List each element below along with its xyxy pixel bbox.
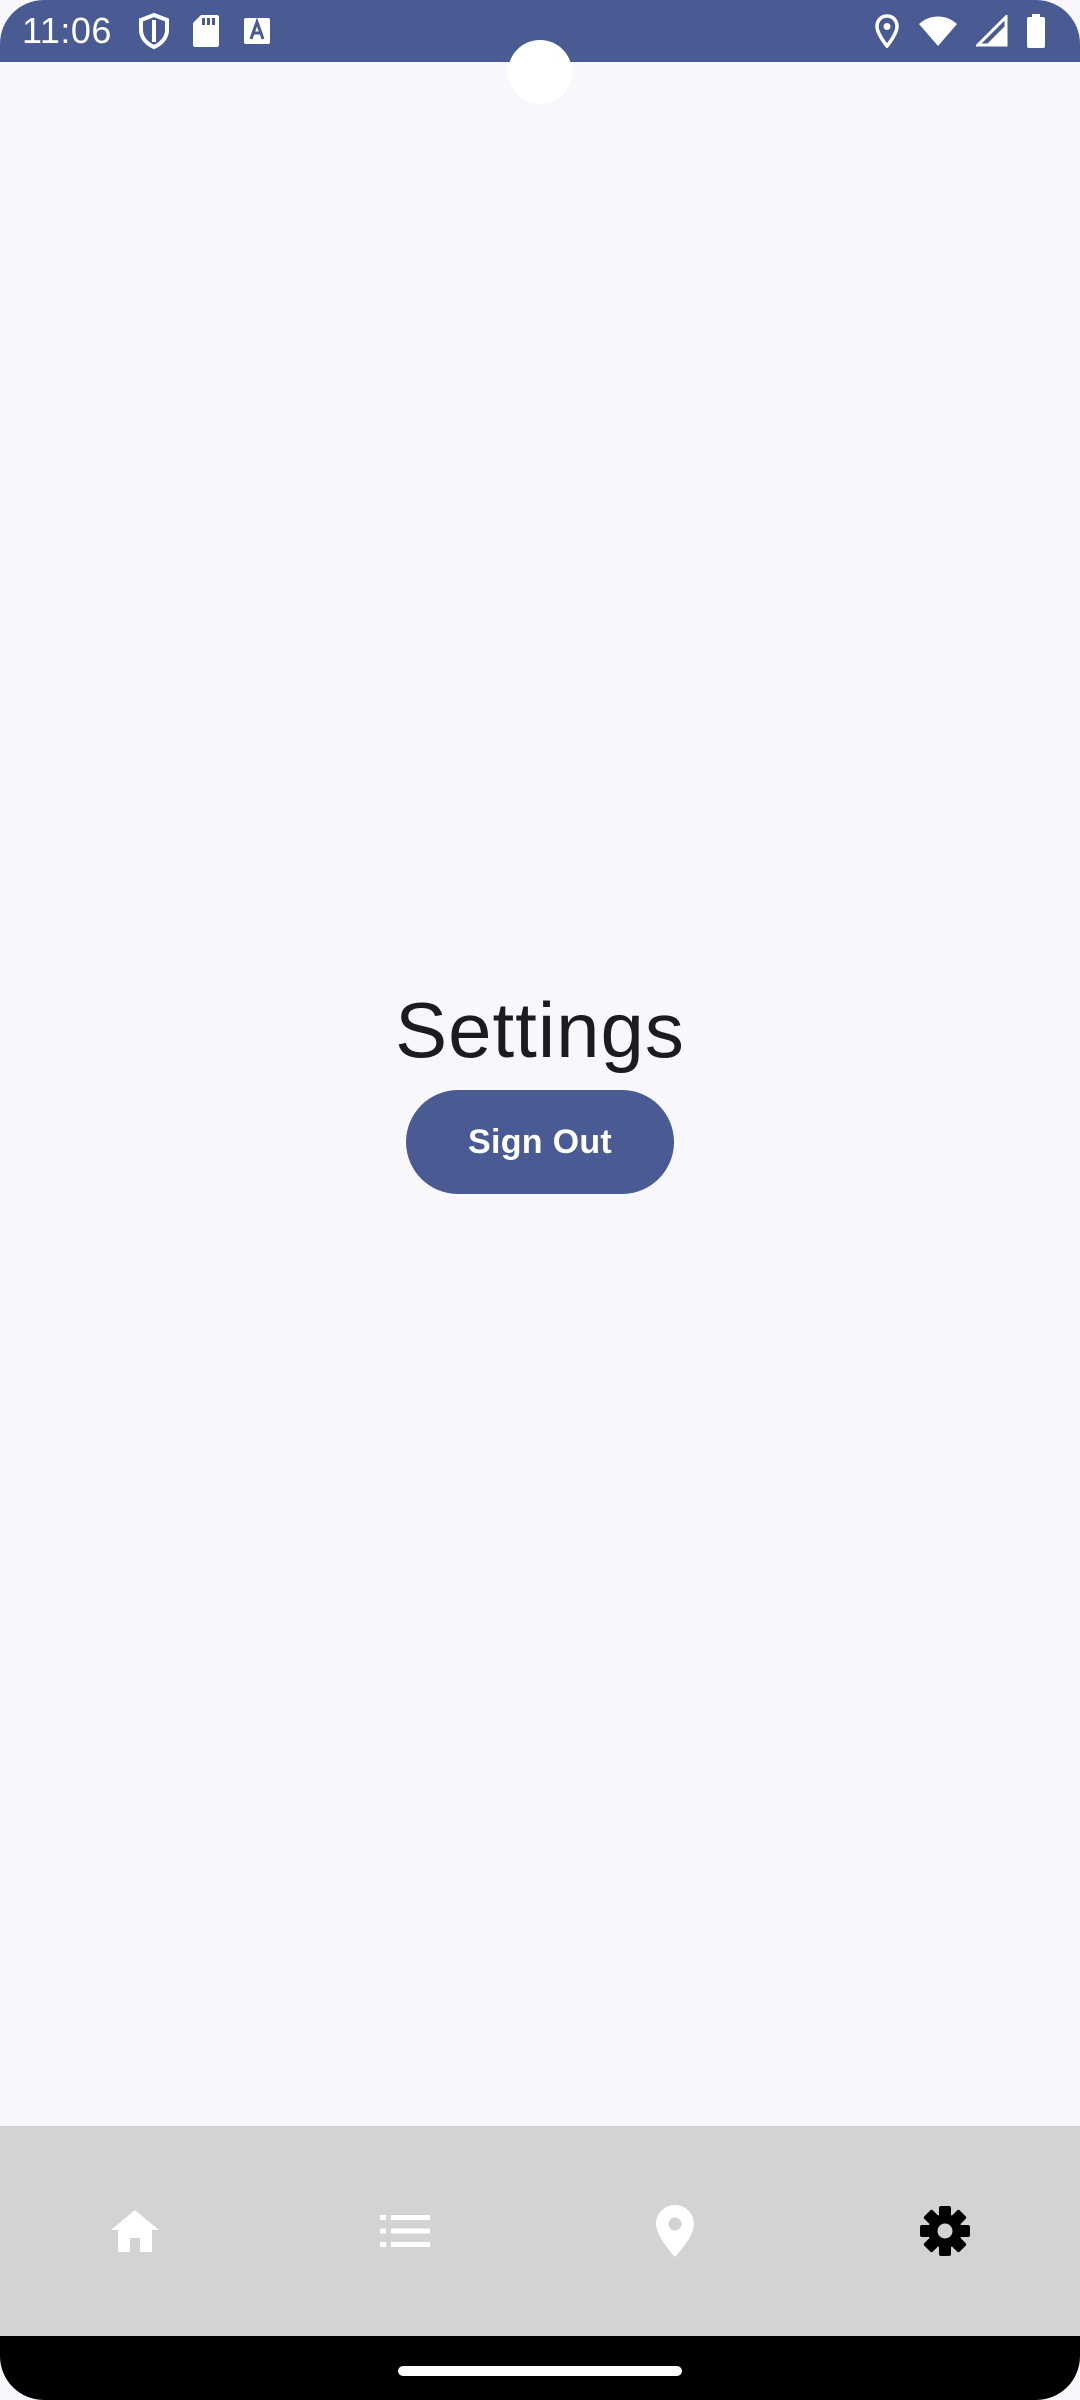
nav-item-settings[interactable] — [845, 2171, 1045, 2291]
nav-item-map[interactable] — [575, 2171, 775, 2291]
page-title: Settings — [395, 986, 685, 1074]
font-a-icon — [244, 17, 270, 44]
list-icon — [380, 2215, 430, 2247]
screen: 11:06 Settings Sign Out — [0, 0, 1080, 2400]
status-left-icons — [138, 13, 272, 49]
signal-icon — [976, 15, 1008, 47]
gear-icon — [920, 2206, 970, 2256]
gesture-navigation-bar — [0, 2336, 1080, 2400]
shield-icon — [139, 13, 169, 49]
nav-item-list[interactable] — [305, 2171, 505, 2291]
status-right-icons — [874, 13, 1046, 49]
wifi-icon — [919, 16, 957, 46]
location-icon — [875, 14, 899, 48]
bottom-navigation — [0, 2126, 1080, 2336]
home-gesture-handle[interactable] — [398, 2366, 682, 2376]
front-camera — [508, 40, 572, 104]
sd-card-icon — [193, 15, 219, 47]
map-pin-icon — [656, 2205, 694, 2257]
battery-icon — [1027, 14, 1045, 48]
settings-content: Settings Sign Out — [0, 980, 1080, 1194]
nav-item-home[interactable] — [35, 2171, 235, 2291]
status-time: 11:06 — [22, 10, 112, 51]
home-icon — [111, 2210, 159, 2252]
sign-out-button[interactable]: Sign Out — [406, 1090, 674, 1194]
